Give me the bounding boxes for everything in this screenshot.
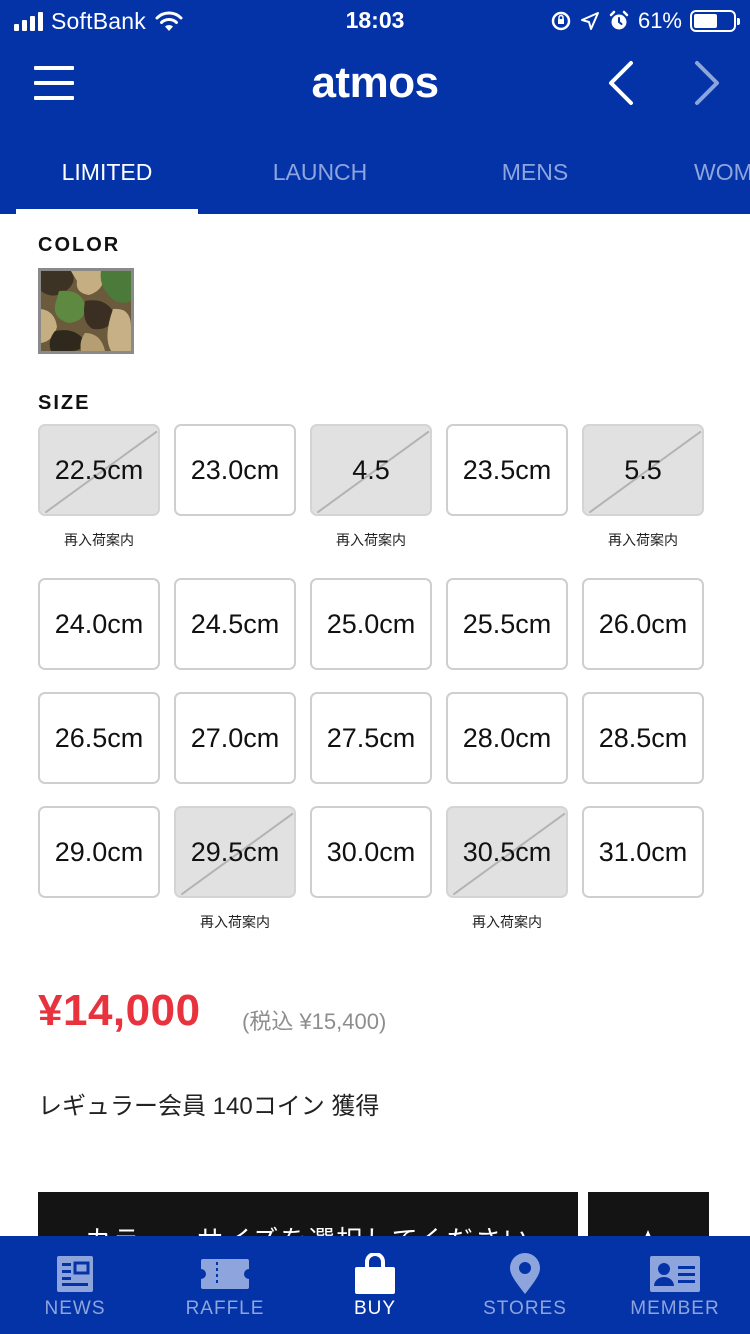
bottom-tab-raffle[interactable]: RAFFLE (150, 1236, 300, 1334)
bottom-tab-news[interactable]: NEWS (0, 1236, 150, 1334)
rotation-lock-icon (551, 11, 571, 31)
size-option[interactable]: 27.5cm (310, 692, 432, 784)
size-label: 5.5 (624, 454, 662, 485)
chevron-left-icon[interactable] (604, 60, 638, 106)
tab-mens[interactable]: MENS (445, 136, 625, 214)
size-label: 31.0cm (598, 836, 688, 867)
map-pin-icon (499, 1253, 551, 1294)
size-option[interactable]: 24.0cm (38, 578, 160, 670)
restock-notice-link[interactable]: 再入荷案内 (582, 530, 704, 550)
size-label: 27.5cm (326, 722, 416, 753)
size-option[interactable]: 23.5cm (446, 424, 568, 516)
size-option[interactable]: 28.0cm (446, 692, 568, 784)
member-card-icon (649, 1254, 701, 1294)
size-label: 22.5cm (54, 454, 144, 485)
color-section-label: COLOR (38, 234, 121, 256)
top-bar: atmos (0, 44, 750, 124)
size-label: 26.5cm (54, 722, 144, 753)
size-option[interactable]: 23.0cm (174, 424, 296, 516)
category-tabs: LIMITED LAUNCH MENS WOM (0, 136, 750, 214)
bottom-tab-label: NEWS (44, 1298, 106, 1319)
size-label: 23.5cm (462, 454, 552, 485)
size-option[interactable]: 25.5cm (446, 578, 568, 670)
battery-percentage: 61% (637, 8, 682, 33)
tab-launch[interactable]: LAUNCH (230, 136, 410, 214)
app-header: SoftBank 18:03 61% atmos LIMITED LAUNCH … (0, 0, 750, 214)
size-label: 24.5cm (190, 608, 280, 639)
size-option[interactable]: 26.5cm (38, 692, 160, 784)
bottom-tab-label: RAFFLE (185, 1298, 265, 1319)
restock-notice-link[interactable]: 再入荷案内 (38, 530, 160, 550)
coin-reward-text: レギュラー会員 140コイン 獲得 (38, 1093, 380, 1120)
size-option[interactable]: 29.0cm (38, 806, 160, 898)
chevron-right-icon[interactable] (690, 60, 724, 106)
size-section-label: SIZE (38, 392, 91, 414)
restock-notice-link[interactable]: 再入荷案内 (310, 530, 432, 550)
bottom-tab-label: BUY (353, 1298, 397, 1319)
size-label: 28.5cm (598, 722, 688, 753)
size-label: 29.5cm (190, 836, 280, 867)
status-bar: SoftBank 18:03 61% (0, 0, 750, 44)
news-icon (49, 1254, 101, 1294)
size-label: 30.5cm (462, 836, 552, 867)
size-option[interactable]: 31.0cm (582, 806, 704, 898)
shopping-bag-icon (349, 1253, 401, 1294)
size-option[interactable]: 30.0cm (310, 806, 432, 898)
size-option[interactable]: 25.0cm (310, 578, 432, 670)
size-label: 25.5cm (462, 608, 552, 639)
battery-icon (690, 10, 740, 32)
ticket-icon (199, 1254, 251, 1294)
size-label: 4.5 (352, 454, 390, 485)
battery-fill (694, 14, 718, 28)
size-option[interactable]: 27.0cm (174, 692, 296, 784)
size-label: 28.0cm (462, 722, 552, 753)
active-tab-indicator (16, 209, 198, 214)
color-swatch-camo[interactable] (38, 268, 134, 354)
restock-notice-link[interactable]: 再入荷案内 (446, 912, 568, 932)
size-label: 24.0cm (54, 608, 144, 639)
alarm-icon (609, 10, 629, 30)
size-label: 25.0cm (326, 608, 416, 639)
size-option[interactable]: 24.5cm (174, 578, 296, 670)
bottom-tab-stores[interactable]: STORES (450, 1236, 600, 1334)
bottom-tab-member[interactable]: MEMBER (600, 1236, 750, 1334)
size-option[interactable]: 29.5cm (174, 806, 296, 898)
location-arrow-icon (580, 12, 599, 30)
size-label: 27.0cm (190, 722, 280, 753)
size-label: 30.0cm (326, 836, 416, 867)
camo-pattern-image (41, 271, 131, 351)
price-tax-included: (税込 ¥15,400) (242, 1009, 387, 1034)
tab-womens[interactable]: WOM (694, 136, 750, 214)
size-option[interactable]: 26.0cm (582, 578, 704, 670)
size-option[interactable]: 22.5cm (38, 424, 160, 516)
tab-limited[interactable]: LIMITED (16, 136, 198, 214)
price: ¥14,000 (38, 986, 201, 1035)
status-right: 61% (550, 7, 740, 35)
restock-notice-link[interactable]: 再入荷案内 (174, 912, 296, 932)
size-label: 29.0cm (54, 836, 144, 867)
bottom-tab-buy[interactable]: BUY (300, 1236, 450, 1334)
bottom-tab-label: MEMBER (630, 1298, 720, 1319)
size-option[interactable]: 5.5 (582, 424, 704, 516)
size-option[interactable]: 28.5cm (582, 692, 704, 784)
size-option[interactable]: 4.5 (310, 424, 432, 516)
bottom-tab-bar: NEWS RAFFLE BUY STORES MEMBER (0, 1236, 750, 1334)
size-label: 26.0cm (598, 608, 688, 639)
size-label: 23.0cm (190, 454, 280, 485)
bottom-tab-label: STORES (483, 1298, 567, 1319)
size-option[interactable]: 30.5cm (446, 806, 568, 898)
